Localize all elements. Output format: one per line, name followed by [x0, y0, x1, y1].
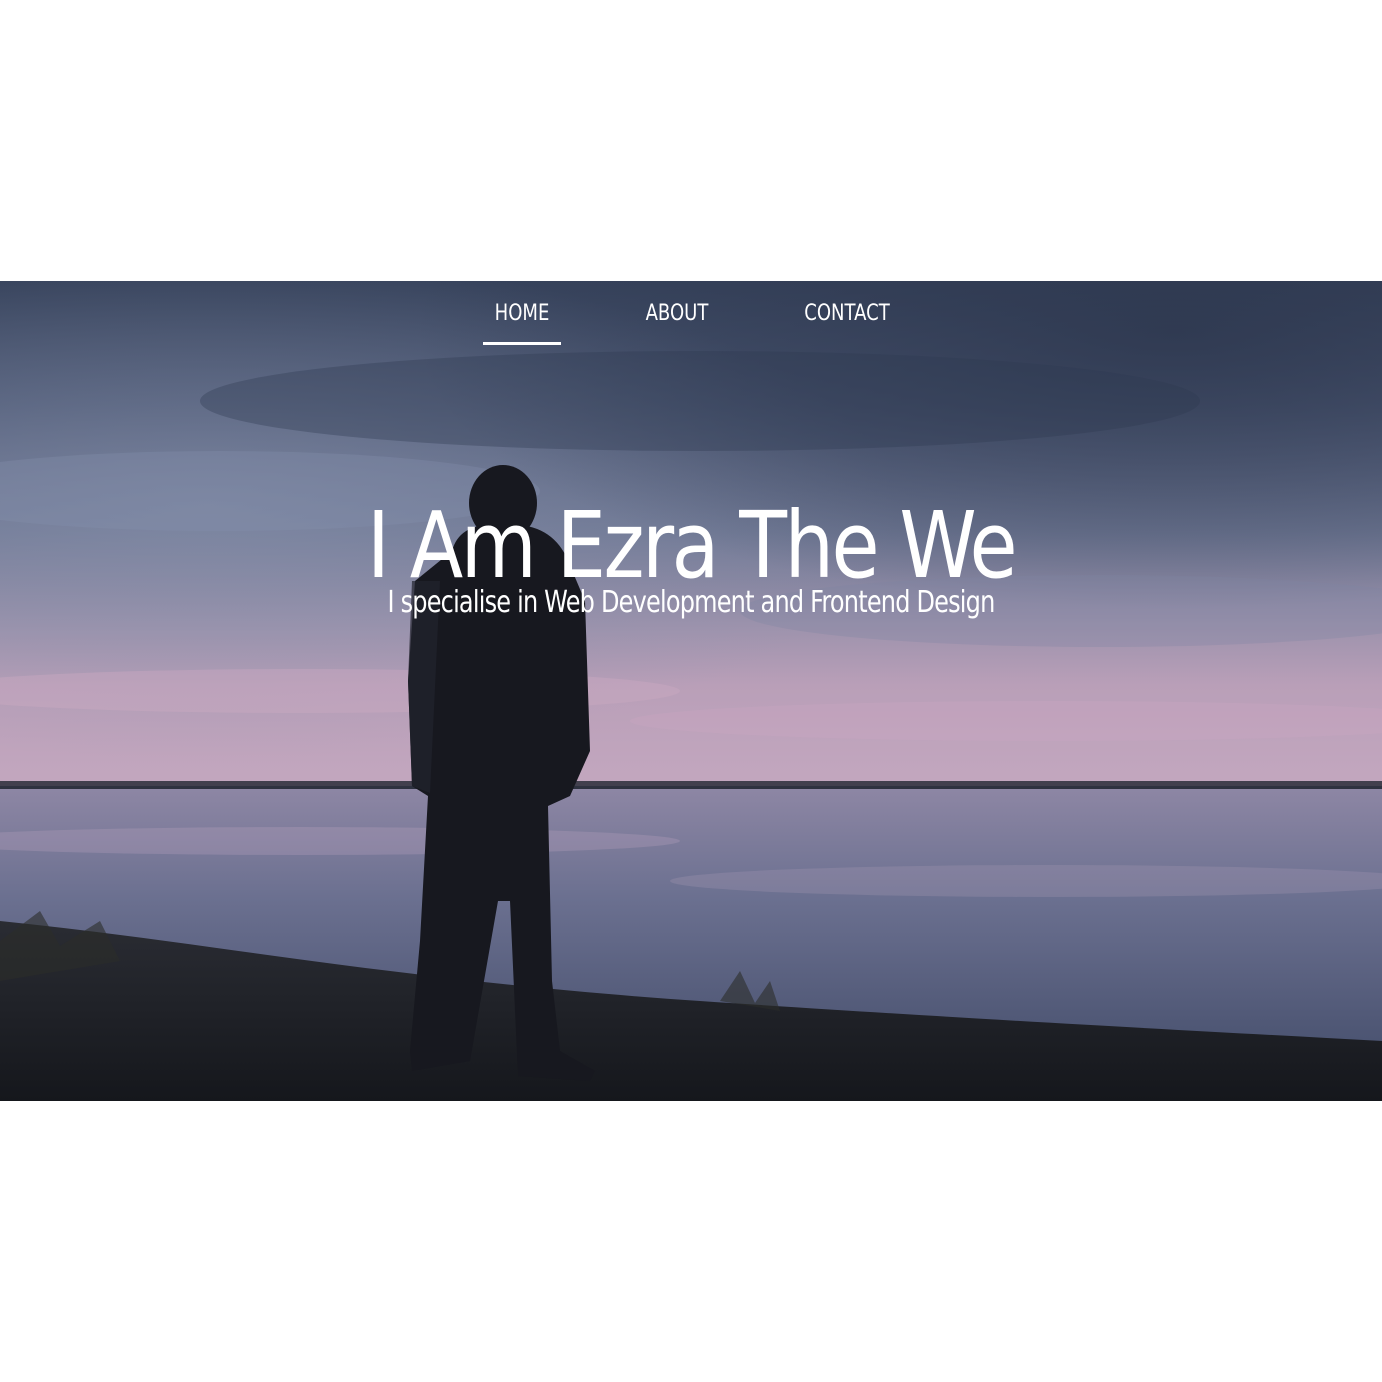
hero-background-image — [0, 281, 1382, 1101]
nav-item-about[interactable]: ABOUT — [638, 299, 715, 345]
page: HOME ABOUT CONTACT I Am Ezra The We I sp… — [0, 0, 1382, 1382]
hero-subtitle: I specialise in Web Development and Fron… — [387, 585, 995, 620]
nav-item-contact[interactable]: CONTACT — [800, 299, 893, 345]
main-nav: HOME ABOUT CONTACT — [0, 281, 1382, 351]
active-nav-underline — [483, 342, 561, 345]
nav-item-home[interactable]: HOME — [486, 299, 558, 345]
hero-section: HOME ABOUT CONTACT I Am Ezra The We I sp… — [0, 281, 1382, 1101]
